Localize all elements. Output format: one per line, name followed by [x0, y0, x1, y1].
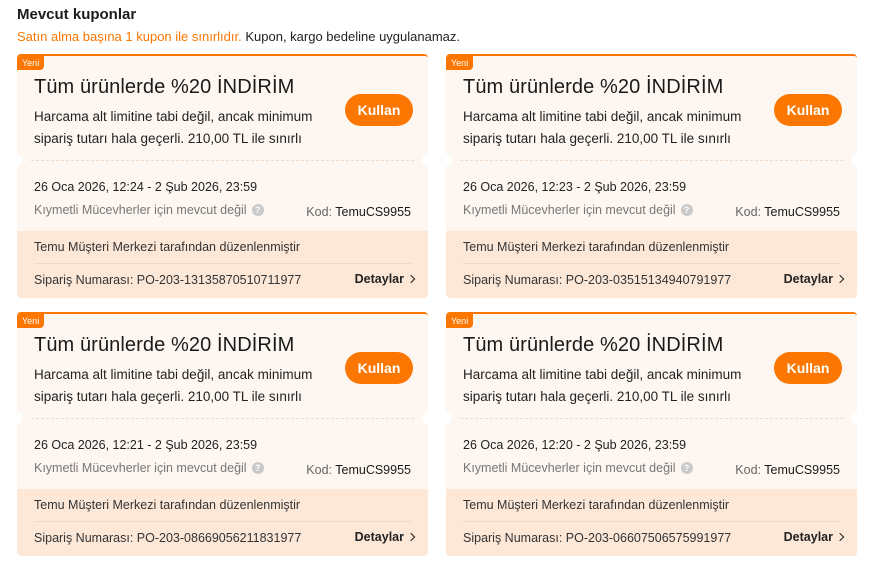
details-link[interactable]: Detaylar [354, 530, 416, 544]
code-label: Kod: [735, 463, 761, 477]
exclusion-text: Kıymetli Mücevherler için mevcut değil [463, 203, 676, 217]
footer-divider [463, 521, 840, 522]
order-number: Sipariş Numarası: PO-203-035151349407919… [463, 273, 732, 287]
coupon-code: Kod: TemuCS9955 [735, 463, 840, 477]
coupon-description: Harcama alt limitine tabi değil, ancak m… [34, 109, 313, 146]
help-icon[interactable]: ? [680, 204, 693, 216]
issuer-text: Temu Müşteri Merkezi tarafından düzenlen… [463, 240, 730, 254]
code-value: TemuCS9955 [335, 463, 411, 477]
dashed-divider [31, 418, 414, 419]
new-badge: Yeni [17, 314, 45, 328]
footer-divider [34, 263, 411, 264]
coupon-footer: Temu Müşteri Merkezi tarafından düzenlen… [17, 489, 428, 556]
chevron-right-icon [406, 532, 416, 542]
ticket-notch-right [851, 154, 857, 166]
coupon-description: Harcama alt limitine tabi değil, ancak m… [34, 367, 313, 404]
dashed-divider [460, 418, 843, 419]
validity-period: 26 Oca 2026, 12:23 - 2 Şub 2026, 23:59 [463, 180, 687, 194]
footer-divider [34, 521, 411, 522]
details-link[interactable]: Detaylar [783, 530, 845, 544]
coupon-code: Kod: TemuCS9955 [306, 205, 411, 219]
coupon-code: Kod: TemuCS9955 [306, 463, 411, 477]
exclusion-note: Kıymetli Mücevherler için mevcut değil ? [34, 461, 264, 475]
use-coupon-button[interactable]: Kullan [345, 352, 413, 384]
coupon-code: Kod: TemuCS9955 [735, 205, 840, 219]
issuer-text: Temu Müşteri Merkezi tarafından düzenlen… [34, 498, 301, 512]
coupon-main: Yeni Tüm ürünlerde %20 İNDİRİM Harcama a… [446, 56, 857, 230]
exclusion-text: Kıymetli Mücevherler için mevcut değil [34, 461, 247, 475]
code-label: Kod: [735, 205, 761, 219]
footer-divider [463, 263, 840, 264]
exclusion-text: Kıymetli Mücevherler için mevcut değil [463, 461, 676, 475]
code-value: TemuCS9955 [764, 463, 840, 477]
dashed-divider [31, 160, 414, 161]
help-icon[interactable]: ? [680, 462, 693, 474]
issuer-text: Temu Müşteri Merkezi tarafından düzenlen… [34, 240, 301, 254]
order-number: Sipariş Numarası: PO-203-066075065759919… [463, 531, 732, 545]
coupon-rules-note: Satın alma başına 1 kupon ile sınırlıdır… [17, 29, 460, 44]
coupon-title: Tüm ürünlerde %20 İNDİRİM [463, 334, 724, 356]
validity-period: 26 Oca 2026, 12:21 - 2 Şub 2026, 23:59 [34, 438, 258, 452]
use-coupon-button[interactable]: Kullan [345, 94, 413, 126]
coupon-card: Yeni Tüm ürünlerde %20 İNDİRİM Harcama a… [17, 54, 428, 298]
dashed-divider [460, 160, 843, 161]
coupon-footer: Temu Müşteri Merkezi tarafından düzenlen… [446, 489, 857, 556]
use-coupon-button[interactable]: Kullan [774, 352, 842, 384]
exclusion-note: Kıymetli Mücevherler için mevcut değil ? [463, 461, 693, 475]
order-number: Sipariş Numarası: PO-203-131358705107119… [34, 273, 302, 287]
coupon-footer: Temu Müşteri Merkezi tarafından düzenlen… [17, 231, 428, 298]
chevron-right-icon [835, 532, 845, 542]
chevron-right-icon [406, 274, 416, 284]
help-icon[interactable]: ? [251, 462, 264, 474]
coupon-title: Tüm ürünlerde %20 İNDİRİM [34, 76, 295, 98]
issuer-text: Temu Müşteri Merkezi tarafından düzenlen… [463, 498, 730, 512]
exclusion-text: Kıymetli Mücevherler için mevcut değil [34, 203, 247, 217]
validity-period: 26 Oca 2026, 12:24 - 2 Şub 2026, 23:59 [34, 180, 258, 194]
shipping-note: Kupon, kargo bedeline uygulanamaz. [241, 29, 461, 44]
exclusion-note: Kıymetli Mücevherler için mevcut değil ? [463, 203, 693, 217]
details-label: Detaylar [354, 272, 404, 286]
coupon-main: Yeni Tüm ürünlerde %20 İNDİRİM Harcama a… [17, 56, 428, 230]
help-icon[interactable]: ? [251, 204, 264, 216]
code-value: TemuCS9955 [764, 205, 840, 219]
coupon-limit-note: Satın alma başına 1 kupon ile sınırlıdır… [17, 29, 242, 44]
code-label: Kod: [306, 463, 332, 477]
new-badge: Yeni [17, 56, 45, 70]
details-label: Detaylar [783, 530, 833, 544]
coupon-footer: Temu Müşteri Merkezi tarafından düzenlen… [446, 231, 857, 298]
ticket-notch-right [851, 412, 857, 424]
chevron-right-icon [835, 274, 845, 284]
coupon-title: Tüm ürünlerde %20 İNDİRİM [463, 76, 724, 98]
exclusion-note: Kıymetli Mücevherler için mevcut değil ? [34, 203, 264, 217]
coupon-description: Harcama alt limitine tabi değil, ancak m… [463, 367, 742, 404]
use-coupon-button[interactable]: Kullan [774, 94, 842, 126]
coupon-main: Yeni Tüm ürünlerde %20 İNDİRİM Harcama a… [17, 314, 428, 488]
new-badge: Yeni [446, 56, 474, 70]
code-value: TemuCS9955 [335, 205, 411, 219]
code-label: Kod: [306, 205, 332, 219]
ticket-notch-right [422, 412, 428, 424]
ticket-notch-right [422, 154, 428, 166]
coupon-card: Yeni Tüm ürünlerde %20 İNDİRİM Harcama a… [17, 312, 428, 556]
coupon-card: Yeni Tüm ürünlerde %20 İNDİRİM Harcama a… [446, 312, 857, 556]
details-label: Detaylar [354, 530, 404, 544]
details-link[interactable]: Detaylar [783, 272, 845, 286]
coupon-card: Yeni Tüm ürünlerde %20 İNDİRİM Harcama a… [446, 54, 857, 298]
details-link[interactable]: Detaylar [354, 272, 416, 286]
validity-period: 26 Oca 2026, 12:20 - 2 Şub 2026, 23:59 [463, 438, 687, 452]
coupon-title: Tüm ürünlerde %20 İNDİRİM [34, 334, 295, 356]
order-number: Sipariş Numarası: PO-203-086690562118319… [34, 531, 302, 545]
coupon-main: Yeni Tüm ürünlerde %20 İNDİRİM Harcama a… [446, 314, 857, 488]
details-label: Detaylar [783, 272, 833, 286]
coupon-description: Harcama alt limitine tabi değil, ancak m… [463, 109, 742, 146]
new-badge: Yeni [446, 314, 474, 328]
page-title: Mevcut kuponlar [17, 6, 137, 23]
